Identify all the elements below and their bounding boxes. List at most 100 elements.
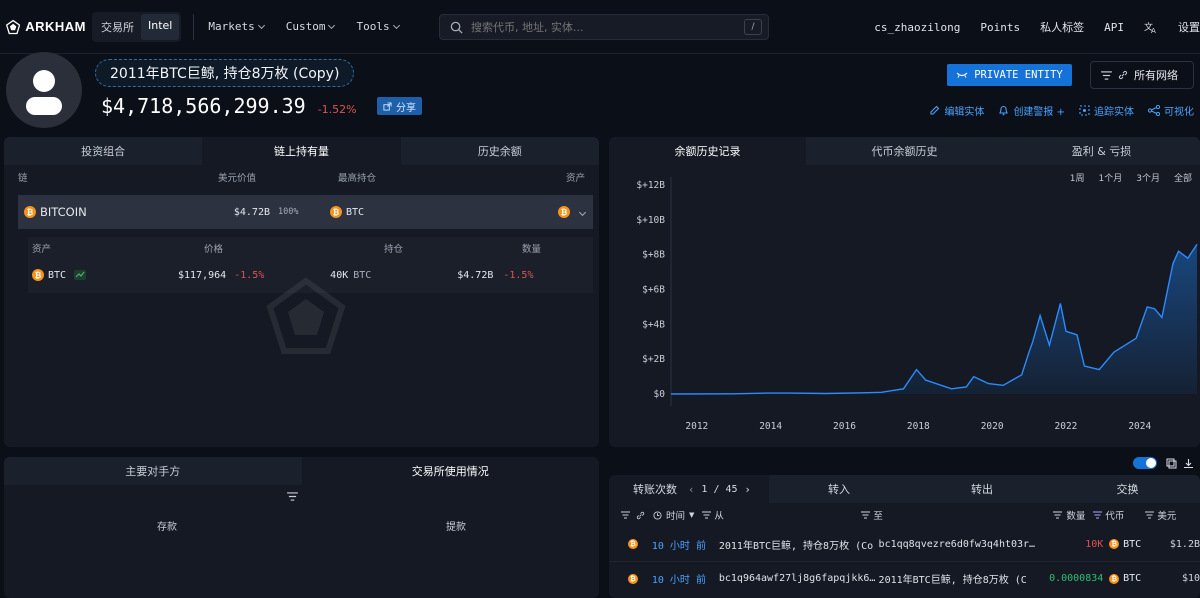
balance-area-fill bbox=[671, 244, 1197, 394]
transfers-panel: 转账次数 ‹ 1 / 45 › 转入 转出 交换 时间 ▼ 从 至 数量 代币 … bbox=[609, 475, 1200, 598]
tx-time[interactable]: 10 小时 前 bbox=[652, 537, 719, 552]
col-to: 至 bbox=[873, 511, 883, 522]
pager-text: 1 / 45 bbox=[701, 483, 738, 495]
edit-entity-button[interactable]: 编辑实体 bbox=[929, 103, 984, 118]
tab-transfers[interactable]: 转账次数 ‹ 1 / 45 › bbox=[609, 475, 769, 503]
col-top-holding: 最高持仓 bbox=[338, 173, 377, 184]
y-tick-label: $+12B bbox=[636, 180, 665, 191]
bitcoin-icon: ₿ bbox=[32, 269, 44, 281]
visualize-button[interactable]: 可视化 bbox=[1148, 103, 1194, 118]
tab-swaps[interactable]: 交换 bbox=[1055, 475, 1200, 503]
col-asset: 资产 bbox=[565, 173, 585, 184]
entity-name[interactable]: 2011年BTC巨鲸, 持仓8万枚 (Copy) bbox=[95, 59, 355, 87]
y-tick-label: $0 bbox=[654, 389, 666, 400]
share-button[interactable]: 分享 bbox=[377, 97, 422, 115]
chain-name: BITCOIN bbox=[40, 205, 87, 219]
search-shortcut: / bbox=[744, 19, 762, 35]
tab-token-balance-history[interactable]: 代币余额历史 bbox=[806, 137, 1003, 165]
track-entity-button[interactable]: 追踪实体 bbox=[1079, 103, 1134, 118]
menu-custom[interactable]: Custom bbox=[286, 20, 336, 33]
tab-profit-loss[interactable]: 盈利 & 亏损 bbox=[1003, 137, 1200, 165]
tab-balance-history[interactable]: 余额历史记录 bbox=[609, 137, 806, 165]
pager-next[interactable]: › bbox=[746, 483, 750, 496]
trend-chart-icon[interactable] bbox=[74, 270, 86, 280]
filter-icon[interactable] bbox=[1145, 511, 1155, 519]
private-entity-label: PRIVATE ENTITY bbox=[974, 69, 1063, 81]
user-avatar-icon bbox=[26, 70, 62, 115]
filter-icon[interactable] bbox=[1053, 511, 1063, 519]
bitcoin-icon: ₿ bbox=[558, 206, 570, 218]
copy-icon[interactable] bbox=[1166, 458, 1177, 469]
tx-from[interactable]: 2011年BTC巨鲸, 持仓8万枚 (Co bbox=[719, 537, 879, 552]
bitcoin-icon: ₿ bbox=[628, 539, 638, 549]
bitcoin-icon: ₿ bbox=[628, 573, 638, 584]
pager-prev[interactable]: ‹ bbox=[689, 483, 693, 496]
chain-row-bitcoin[interactable]: ₿ BITCOIN $4.72B 100% ₿ BTC ₿ bbox=[18, 195, 593, 229]
create-alert-button[interactable]: 创建警报 + bbox=[998, 103, 1065, 118]
col-time[interactable]: 时间 bbox=[666, 508, 685, 522]
bitcoin-icon: ₿ bbox=[1109, 539, 1120, 549]
live-toggle[interactable] bbox=[1133, 457, 1157, 469]
bitcoin-icon: ₿ bbox=[1109, 573, 1120, 584]
asset-amount: $4.72B bbox=[457, 269, 494, 281]
entity-value-row: $4,718,566,299.39 -1.52% bbox=[101, 94, 357, 118]
transfers-table-header: 时间 ▼ 从 至 数量 代币 美元 bbox=[609, 503, 1200, 527]
toggle-exchange[interactable]: 交易所 bbox=[94, 14, 141, 40]
table-row[interactable]: ₿ 10 小时 前 bc1q964awf27lj8g6fapqjkk6… 201… bbox=[609, 561, 1200, 595]
track-icon bbox=[1079, 105, 1090, 116]
link-icon[interactable] bbox=[636, 511, 645, 520]
filter-icon[interactable] bbox=[1093, 511, 1103, 519]
tab-transfers-in[interactable]: 转入 bbox=[769, 475, 909, 503]
asset-symbol: BTC bbox=[48, 269, 67, 281]
y-tick-label: $+10B bbox=[636, 215, 665, 226]
tab-transfers-label: 转账次数 bbox=[633, 483, 677, 496]
network-selector[interactable]: 所有网络 bbox=[1090, 61, 1194, 89]
settings-link[interactable]: 设置 bbox=[1178, 19, 1200, 35]
user-name[interactable]: cs_zhaozilong bbox=[874, 21, 960, 34]
col-amount: 数量 bbox=[1066, 511, 1086, 522]
download-icon[interactable] bbox=[1183, 458, 1194, 469]
tx-token: BTC bbox=[1123, 538, 1142, 550]
arkham-logo[interactable]: ARKHAM bbox=[6, 16, 86, 38]
x-tick-label: 2022 bbox=[1055, 421, 1078, 432]
private-entity-button[interactable]: PRIVATE ENTITY bbox=[947, 64, 1072, 86]
api-link[interactable]: API bbox=[1104, 21, 1124, 34]
deposits-label: 存款 bbox=[157, 522, 177, 533]
y-tick-label: $+2B bbox=[642, 354, 665, 365]
filter-icon bbox=[1101, 70, 1112, 80]
svg-text:A: A bbox=[1151, 27, 1156, 34]
asset-price: $117,964 bbox=[178, 269, 227, 281]
tab-onchain-holdings[interactable]: 链上持有量 bbox=[202, 137, 401, 165]
filter-icon[interactable] bbox=[702, 511, 712, 519]
y-tick-label: $+4B bbox=[642, 319, 665, 330]
toggle-intel[interactable]: Intel bbox=[141, 13, 180, 40]
tx-time[interactable]: 10 小时 前 bbox=[652, 571, 719, 586]
filter-icon[interactable] bbox=[621, 511, 630, 519]
sort-down-icon[interactable]: ▼ bbox=[689, 511, 694, 519]
tx-to[interactable]: bc1qq8qvezre6d0fw3q4ht03r… bbox=[879, 539, 1045, 550]
chevron-down-icon[interactable] bbox=[578, 208, 587, 216]
menu-markets[interactable]: Markets bbox=[208, 20, 265, 33]
tab-top-counterparties[interactable]: 主要对手方 bbox=[4, 457, 302, 485]
tab-portfolio[interactable]: 投资组合 bbox=[4, 137, 203, 165]
col-holding: 持仓 bbox=[383, 244, 403, 255]
search-input[interactable] bbox=[471, 20, 744, 34]
menu-tools-label: Tools bbox=[356, 20, 390, 33]
clock-icon bbox=[653, 510, 662, 520]
asset-subtable-header: 资产 价格 持仓 数量 bbox=[28, 237, 593, 259]
filter-icon[interactable] bbox=[287, 492, 298, 501]
table-row[interactable]: ₿ 10 小时 前 2011年BTC巨鲸, 持仓8万枚 (Co bc1qq8qv… bbox=[609, 527, 1200, 561]
tx-from[interactable]: bc1q964awf27lj8g6fapqjkk6… bbox=[719, 573, 879, 584]
menu-tools[interactable]: Tools bbox=[356, 20, 400, 33]
points-link[interactable]: Points bbox=[980, 21, 1020, 34]
translate-icon[interactable]: 文A bbox=[1144, 20, 1158, 34]
private-labels-link[interactable]: 私人标签 bbox=[1040, 19, 1084, 35]
tab-history-balance[interactable]: 历史余额 bbox=[400, 137, 599, 165]
tab-exchange-usage[interactable]: 交易所使用情况 bbox=[301, 457, 599, 485]
y-tick-label: $+6B bbox=[642, 285, 665, 296]
tab-transfers-out[interactable]: 转出 bbox=[909, 475, 1055, 503]
tx-to[interactable]: 2011年BTC巨鲸, 持仓8万枚 (Co bbox=[879, 571, 1027, 586]
eye-closed-icon bbox=[956, 72, 968, 78]
filter-icon[interactable] bbox=[861, 511, 871, 519]
arkham-logo-icon bbox=[6, 19, 21, 34]
